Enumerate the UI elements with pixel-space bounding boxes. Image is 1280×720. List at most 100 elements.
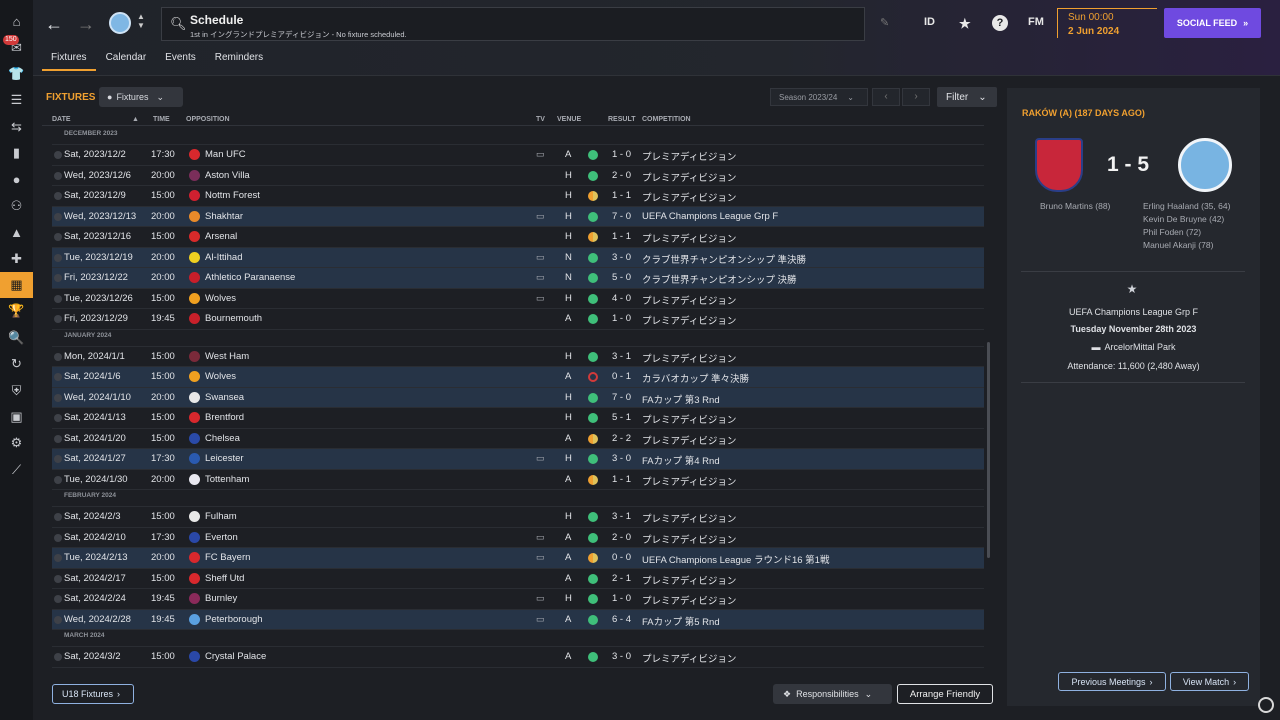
col-time[interactable]: TIME xyxy=(153,116,170,123)
scorer[interactable]: Bruno Martins (88) xyxy=(1040,200,1110,213)
table-row[interactable]: Sat, 2024/2/17 15:00 Sheff Utd A 2 - 1 プ… xyxy=(52,569,984,589)
fixture-score[interactable]: 1 - 0 xyxy=(612,313,631,324)
fixture-score[interactable]: 3 - 0 xyxy=(612,252,631,263)
filter-button[interactable]: Filter ⌄ xyxy=(937,87,997,107)
rakow-crest-icon[interactable] xyxy=(1035,138,1083,192)
table-row[interactable]: Fri, 2023/12/29 19:45 Bournemouth A 1 - … xyxy=(52,309,984,330)
fixture-opposition[interactable]: West Ham xyxy=(205,351,249,362)
fixture-competition[interactable]: FAカップ 第5 Rnd xyxy=(642,614,720,628)
scouting-icon[interactable]: 🔍 xyxy=(0,325,33,351)
fixture-score[interactable]: 1 - 0 xyxy=(612,149,631,160)
fixture-score[interactable]: 3 - 0 xyxy=(612,453,631,464)
fixture-score[interactable]: 3 - 1 xyxy=(612,511,631,522)
fixture-score[interactable]: 3 - 0 xyxy=(612,651,631,662)
tab-calendar[interactable]: Calendar xyxy=(97,52,156,71)
tab-fixtures[interactable]: Fixtures xyxy=(42,52,96,71)
fixture-opposition[interactable]: Nottm Forest xyxy=(205,190,260,201)
date-display[interactable]: Sun 00:00 2 Jun 2024 xyxy=(1057,8,1157,38)
club-switch-icon[interactable]: ▲ ▼ xyxy=(137,12,145,30)
col-result[interactable]: RESULT xyxy=(608,116,635,123)
table-row[interactable]: Sat, 2024/1/6 15:00 Wolves A 0 - 1 カラバオカ… xyxy=(52,367,984,388)
fixture-opposition[interactable]: Burnley xyxy=(205,593,237,604)
scrollbar[interactable] xyxy=(987,342,990,558)
table-row[interactable]: Tue, 2024/2/13 20:00 FC Bayern ▭ A 0 - 0… xyxy=(52,548,984,569)
table-row[interactable]: Tue, 2024/1/30 20:00 Tottenham A 1 - 1 プ… xyxy=(52,470,984,490)
inbox-icon[interactable]: ✉ 150 xyxy=(0,34,33,60)
fixture-opposition[interactable]: Fulham xyxy=(205,511,237,522)
season-dropdown[interactable]: Season 2023/24 ⌄ xyxy=(770,88,868,106)
trophy-icon[interactable]: 🏆 xyxy=(0,298,33,324)
club-info-icon[interactable]: ⛨ xyxy=(0,377,33,403)
fixture-competition[interactable]: プレミアディビジョン xyxy=(642,651,736,665)
home-icon[interactable]: ⌂ xyxy=(0,8,33,34)
dev-centre-icon[interactable]: ⚙ xyxy=(0,430,33,456)
table-row[interactable]: Sat, 2023/12/2 17:30 Man UFC ▭ A 1 - 0 プ… xyxy=(52,145,984,166)
trophy-icon[interactable]: ★ xyxy=(959,16,971,32)
table-row[interactable]: Sat, 2024/2/3 15:00 Fulham H 3 - 1 プレミアデ… xyxy=(52,507,984,528)
fixture-competition[interactable]: プレミアディビジョン xyxy=(642,474,736,488)
fixture-score[interactable]: 3 - 1 xyxy=(612,351,631,362)
competitions-icon[interactable]: ▲ xyxy=(0,219,33,245)
training-icon[interactable]: ● xyxy=(0,166,33,192)
table-row[interactable]: Sat, 2024/2/24 19:45 Burnley ▭ H 1 - 0 プ… xyxy=(52,589,984,610)
forward-arrow-icon[interactable]: → xyxy=(77,14,95,35)
transfers-icon[interactable]: ↻ xyxy=(0,351,33,377)
fixture-opposition[interactable]: Arsenal xyxy=(205,231,237,242)
table-row[interactable]: Sat, 2024/3/2 15:00 Crystal Palace A 3 -… xyxy=(52,647,984,668)
fixture-competition[interactable]: カラバオカップ 準々決勝 xyxy=(642,371,749,385)
table-row[interactable]: Tue, 2023/12/26 15:00 Wolves ▭ H 4 - 0 プ… xyxy=(52,289,984,309)
kit-icon[interactable]: 👕 xyxy=(0,61,33,87)
fixture-opposition[interactable]: Brentford xyxy=(205,412,244,423)
tab-events[interactable]: Events xyxy=(156,52,205,71)
fixture-competition[interactable]: プレミアディビジョン xyxy=(642,351,736,365)
fixture-opposition[interactable]: Leicester xyxy=(205,453,244,464)
fixture-opposition[interactable]: Everton xyxy=(205,532,238,543)
fixture-score[interactable]: 2 - 0 xyxy=(612,170,631,181)
fixture-competition[interactable]: UEFA Champions League Grp F xyxy=(642,211,778,222)
schedule-icon[interactable]: ▦ xyxy=(0,271,33,299)
table-row[interactable]: Wed, 2024/2/28 19:45 Peterborough ▭ A 6 … xyxy=(52,609,984,630)
fixture-score[interactable]: 5 - 0 xyxy=(612,272,631,283)
table-row[interactable]: Wed, 2023/12/13 20:00 Shakhtar ▭ H 7 - 0… xyxy=(52,206,984,227)
scorer[interactable]: Kevin De Bruyne (42) xyxy=(1143,213,1230,226)
tactics-icon[interactable]: ⇆ xyxy=(0,114,33,140)
responsibilities-button[interactable]: ❖ Responsibilities ⌄ xyxy=(773,684,892,704)
view-match-button[interactable]: View Match › xyxy=(1170,672,1249,691)
fixture-opposition[interactable]: Wolves xyxy=(205,293,236,304)
fixture-score[interactable]: 2 - 1 xyxy=(612,573,631,584)
id-button[interactable]: ID xyxy=(924,16,935,28)
search-box[interactable]: 🔍︎ Schedule 1st in イングランドプレミアディビジョン - No… xyxy=(161,7,865,41)
fixture-competition[interactable]: FAカップ 第3 Rnd xyxy=(642,392,720,406)
fixture-opposition[interactable]: Peterborough xyxy=(205,614,263,625)
fixture-opposition[interactable]: FC Bayern xyxy=(205,552,250,563)
fm-menu-button[interactable]: FM xyxy=(1028,16,1044,28)
fixture-competition[interactable]: クラブ世界チャンピオンシップ 準決勝 xyxy=(642,252,806,266)
table-row[interactable]: Sat, 2023/12/9 15:00 Nottm Forest H 1 - … xyxy=(52,186,984,207)
fixture-score[interactable]: 6 - 4 xyxy=(612,614,631,625)
fixture-score[interactable]: 7 - 0 xyxy=(612,392,631,403)
social-feed-button[interactable]: SOCIAL FEED » xyxy=(1164,8,1261,38)
fixture-opposition[interactable]: Swansea xyxy=(205,392,244,403)
previous-meetings-button[interactable]: Previous Meetings › xyxy=(1058,672,1166,691)
fixture-opposition[interactable]: Shakhtar xyxy=(205,211,243,222)
fixture-score[interactable]: 1 - 1 xyxy=(612,231,631,242)
finances-icon[interactable]: ▣ xyxy=(0,404,33,430)
edit-icon[interactable]: ✎ xyxy=(880,16,889,29)
fixture-opposition[interactable]: Athletico Paranaense xyxy=(205,272,295,283)
scorer[interactable]: Erling Haaland (35, 64) xyxy=(1143,200,1230,213)
fixture-competition[interactable]: プレミアディビジョン xyxy=(642,149,736,163)
fixture-competition[interactable]: FAカップ 第4 Rnd xyxy=(642,453,720,467)
table-row[interactable]: Mon, 2024/1/1 15:00 West Ham H 3 - 1 プレミ… xyxy=(52,347,984,367)
fixture-opposition[interactable]: Chelsea xyxy=(205,433,240,444)
table-row[interactable]: Tue, 2023/12/19 20:00 Al-Ittihad ▭ N 3 -… xyxy=(52,247,984,268)
man-city-crest-icon[interactable] xyxy=(1178,138,1232,192)
fixture-competition[interactable]: プレミアディビジョン xyxy=(642,412,736,426)
next-page-button[interactable]: › xyxy=(902,88,930,106)
fixture-competition[interactable]: プレミアディビジョン xyxy=(642,573,736,587)
medical-icon[interactable]: ✚ xyxy=(0,246,33,272)
fixture-score[interactable]: 1 - 1 xyxy=(612,474,631,485)
prev-page-button[interactable]: ‹ xyxy=(872,88,900,106)
col-venue[interactable]: VENUE xyxy=(557,116,581,123)
fixture-competition[interactable]: プレミアディビジョン xyxy=(642,170,736,184)
fixture-competition[interactable]: プレミアディビジョン xyxy=(642,293,736,307)
